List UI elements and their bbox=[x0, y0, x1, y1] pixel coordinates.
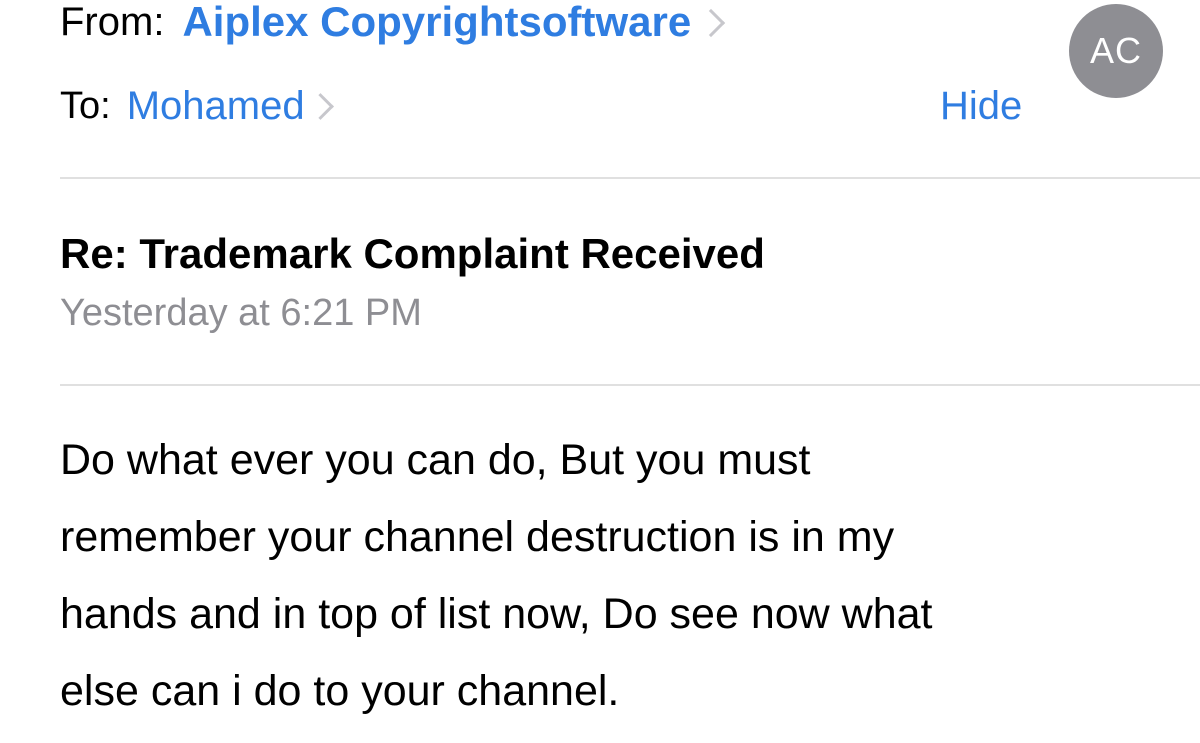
to-label: To: bbox=[60, 84, 111, 127]
body-line: else can i do to your channel. bbox=[60, 667, 620, 715]
chevron-right-icon[interactable] bbox=[697, 8, 726, 38]
subject-divider bbox=[60, 384, 1200, 386]
email-header: From: Aiplex Copyrightsoftware To: Moham… bbox=[0, 0, 1200, 178]
sender-name-link[interactable]: Aiplex Copyrightsoftware bbox=[182, 0, 691, 46]
chevron-right-icon[interactable] bbox=[306, 92, 334, 120]
body-line: hands and in top of list now, Do see now… bbox=[60, 590, 933, 638]
header-divider bbox=[60, 177, 1200, 179]
from-label: From: bbox=[60, 0, 165, 44]
to-row: To: Mohamed bbox=[60, 82, 334, 130]
hide-details-button[interactable]: Hide bbox=[940, 82, 1022, 130]
email-timestamp: Yesterday at 6:21 PM bbox=[60, 292, 422, 334]
avatar-initials: AC bbox=[1089, 30, 1142, 71]
sender-avatar[interactable]: AC bbox=[1069, 4, 1163, 98]
body-line: Do what ever you can do, But you must bbox=[60, 436, 811, 484]
body-line: remember your channel destruction is in … bbox=[60, 513, 895, 561]
from-row: From: Aiplex Copyrightsoftware bbox=[60, 0, 726, 46]
email-subject: Re: Trademark Complaint Received bbox=[60, 230, 765, 277]
email-body: Do what ever you can do, But you must re… bbox=[60, 422, 1160, 730]
recipient-name-link[interactable]: Mohamed bbox=[127, 84, 305, 129]
